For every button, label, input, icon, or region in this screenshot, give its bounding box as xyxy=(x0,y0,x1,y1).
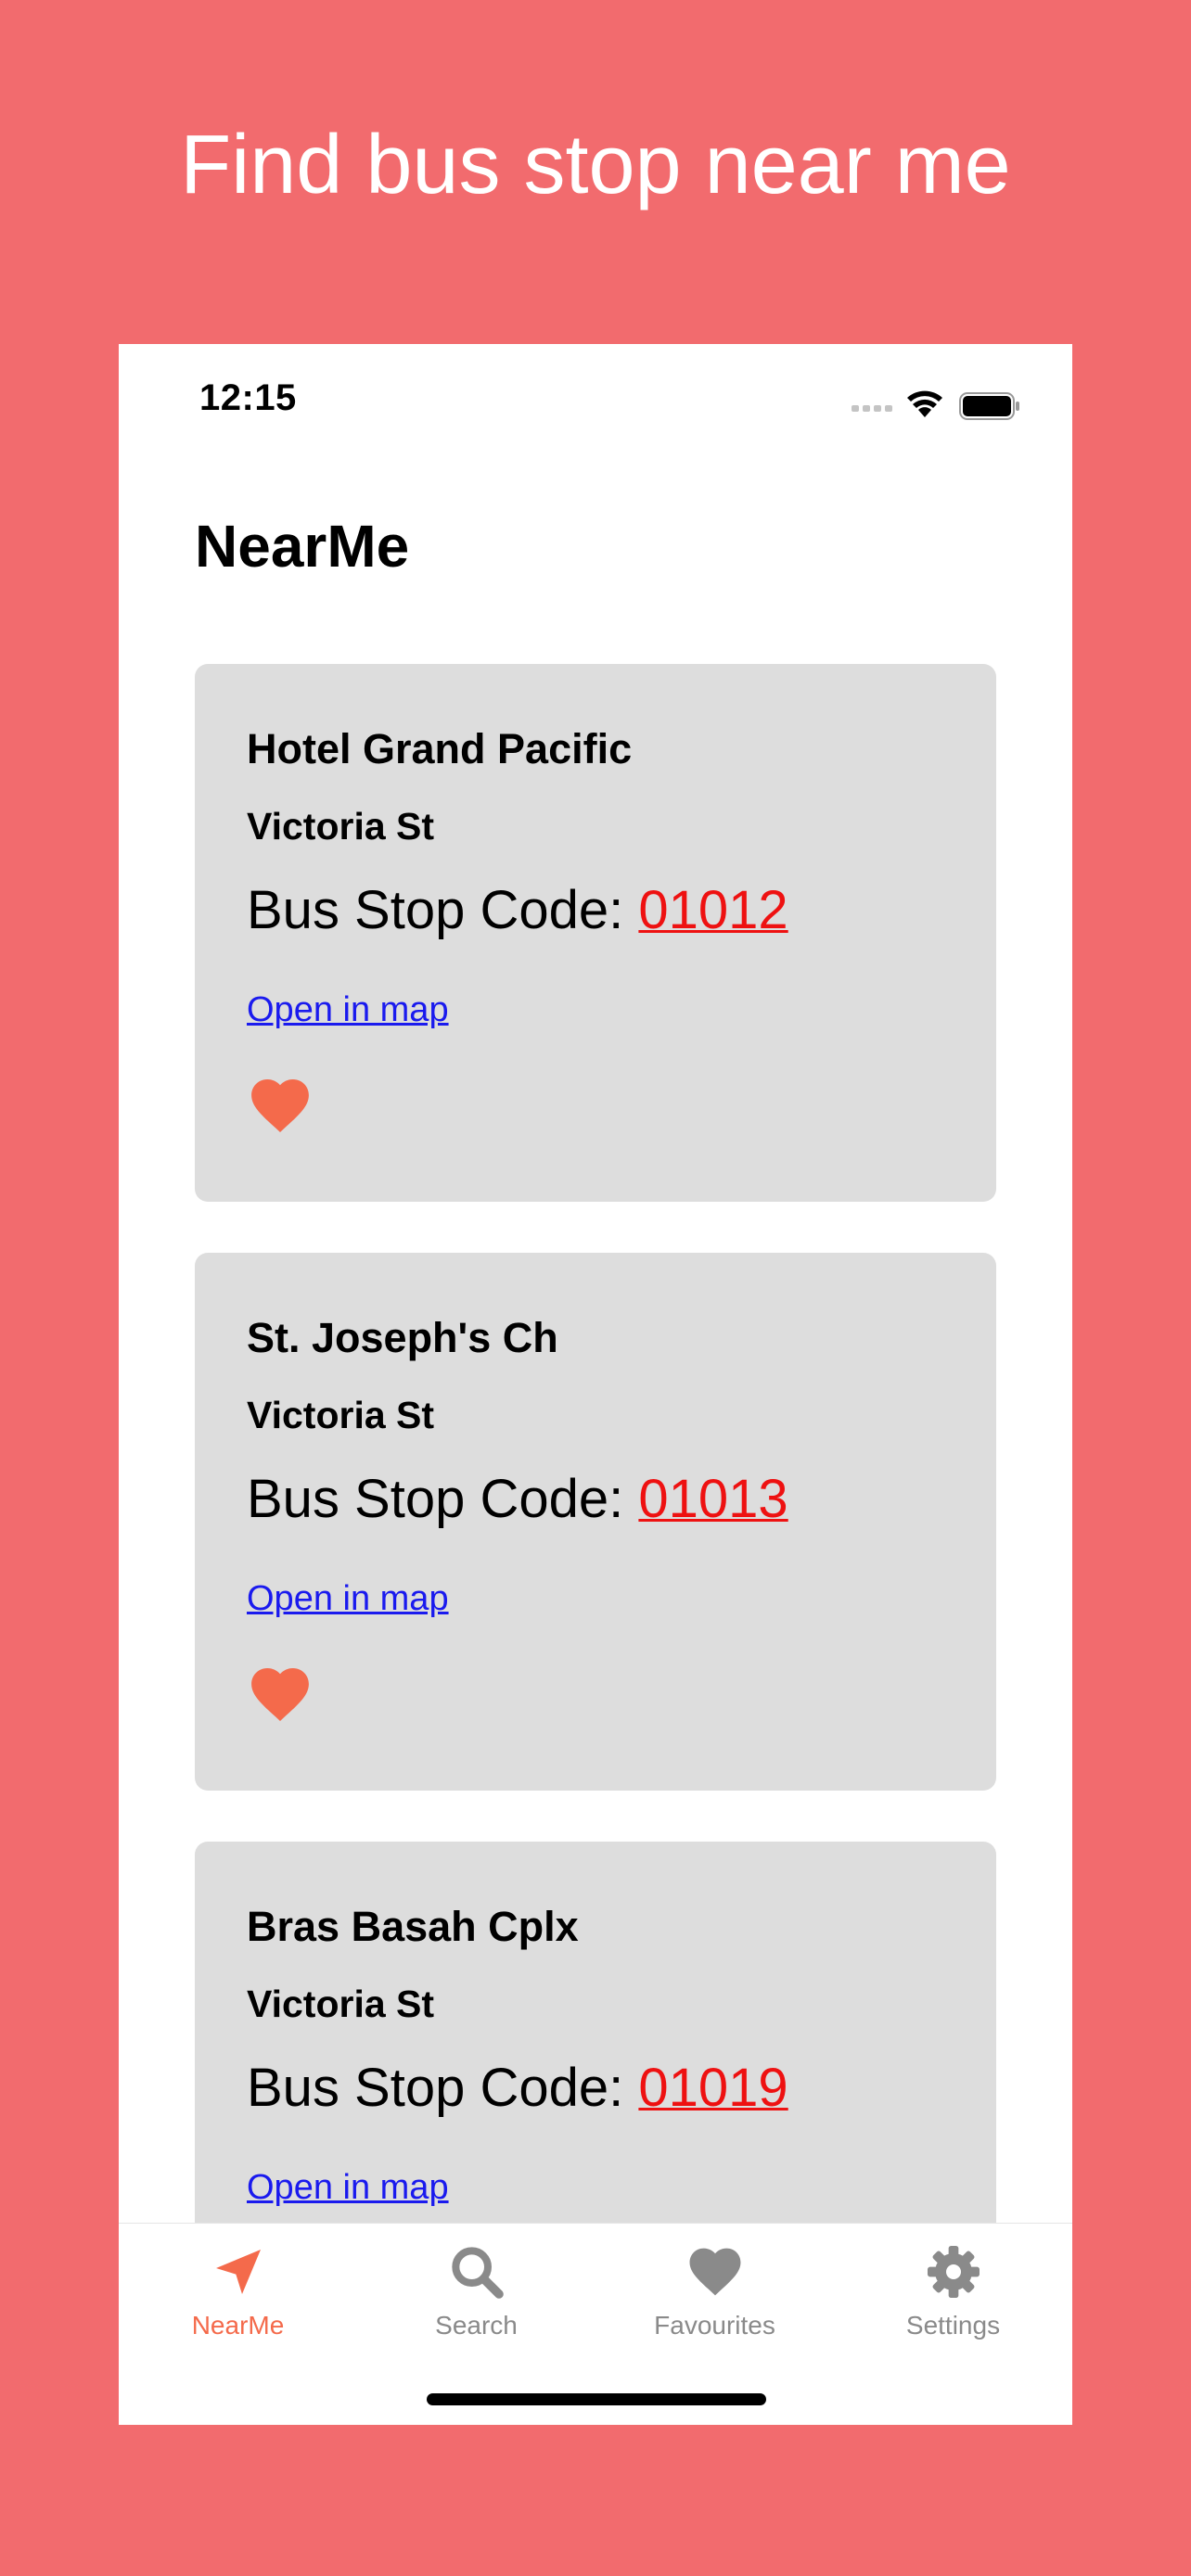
search-icon xyxy=(452,2247,504,2299)
open-in-map-link[interactable]: Open in map xyxy=(247,990,449,1030)
bus-stop-name: St. Joseph's Ch xyxy=(247,1314,558,1361)
battery-icon xyxy=(959,392,1019,420)
bus-stop-code-link[interactable]: 01019 xyxy=(638,2058,788,2118)
page-title: NearMe xyxy=(195,513,410,580)
phone-screen: 12:15 NearMe Hotel Grand Pacific Victori… xyxy=(119,344,1072,2425)
tab-label: Settings xyxy=(905,2311,1001,2340)
tab-nearme[interactable]: NearMe xyxy=(119,2224,357,2353)
bus-stop-name: Bras Basah Cplx xyxy=(247,1903,579,1950)
bus-stop-code-label: Bus Stop Code: xyxy=(247,880,624,940)
bus-stop-code-line: Bus Stop Code: 01012 xyxy=(247,879,788,941)
heart-icon xyxy=(689,2248,741,2296)
signal-icon xyxy=(852,405,892,412)
bus-stop-code-link[interactable]: 01012 xyxy=(638,880,788,940)
tab-search[interactable]: Search xyxy=(357,2224,596,2353)
road-name: Victoria St xyxy=(247,805,435,848)
home-indicator[interactable] xyxy=(427,2393,766,2405)
open-in-map-link[interactable]: Open in map xyxy=(247,1579,449,1619)
heart-icon[interactable] xyxy=(247,1663,314,1724)
wifi-icon xyxy=(907,390,942,417)
heart-icon[interactable] xyxy=(247,1074,314,1135)
status-icons xyxy=(852,389,1024,420)
gear-icon xyxy=(928,2246,980,2298)
bus-stop-code-line: Bus Stop Code: 01019 xyxy=(247,2057,788,2119)
bus-stop-code-line: Bus Stop Code: 01013 xyxy=(247,1468,788,1530)
headline: Find bus stop near me xyxy=(180,119,1011,211)
road-name: Victoria St xyxy=(247,1983,435,2025)
bus-stop-code-label: Bus Stop Code: xyxy=(247,2058,624,2118)
bus-stop-code-link[interactable]: 01013 xyxy=(638,1469,788,1529)
tab-label: Search xyxy=(435,2311,518,2340)
bus-stop-name: Hotel Grand Pacific xyxy=(247,725,633,772)
bus-stop-card: Hotel Grand Pacific Victoria St Bus Stop… xyxy=(195,664,996,1202)
road-name: Victoria St xyxy=(247,1394,435,1436)
bus-stop-code-label: Bus Stop Code: xyxy=(247,1469,624,1529)
tab-label: NearMe xyxy=(191,2311,285,2340)
location-arrow-icon xyxy=(216,2250,261,2294)
tab-settings[interactable]: Settings xyxy=(834,2224,1072,2353)
bus-stop-card: St. Joseph's Ch Victoria St Bus Stop Cod… xyxy=(195,1253,996,1791)
status-bar: 12:15 xyxy=(119,344,1072,465)
tab-favourites[interactable]: Favourites xyxy=(596,2224,834,2353)
tab-label: Favourites xyxy=(654,2311,775,2340)
status-time: 12:15 xyxy=(199,377,297,418)
open-in-map-link[interactable]: Open in map xyxy=(247,2168,449,2208)
